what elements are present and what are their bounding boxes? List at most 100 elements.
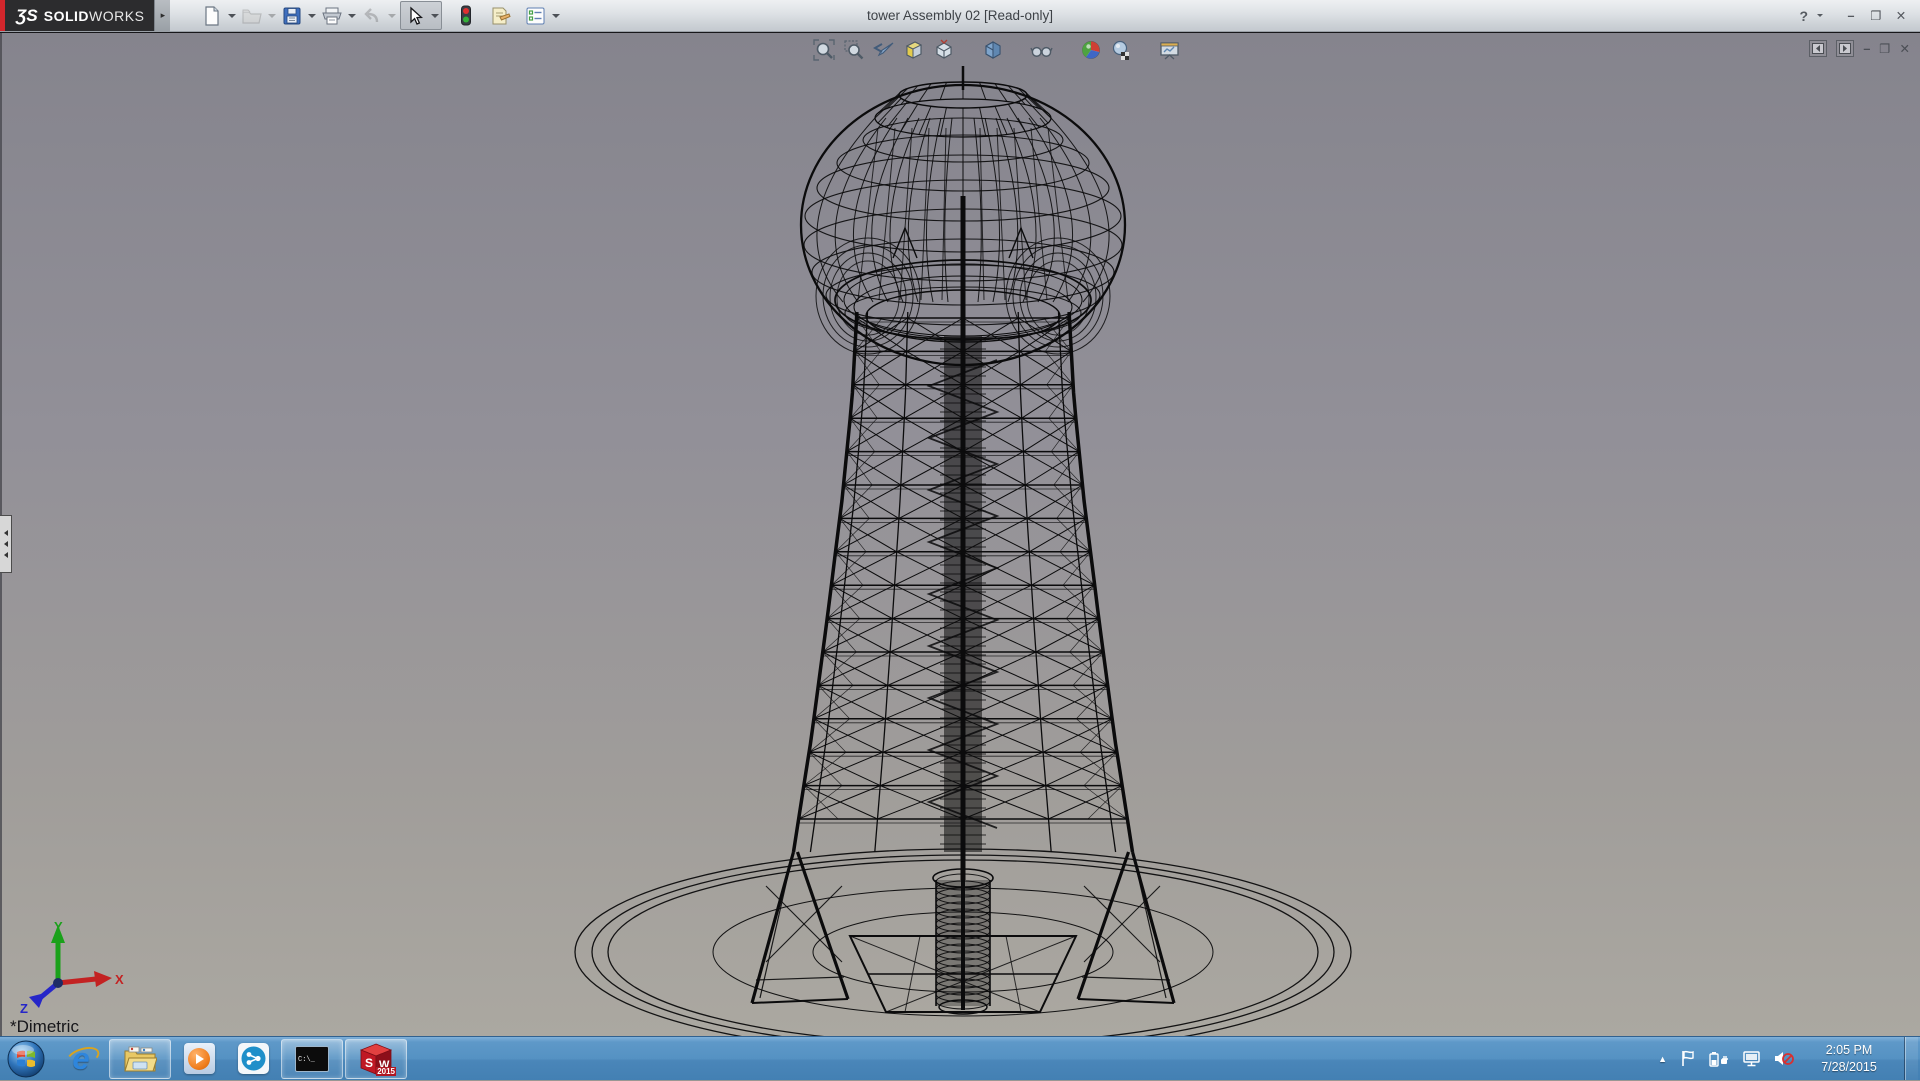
new-document-icon: [202, 6, 222, 26]
file-properties-button[interactable]: [487, 2, 514, 29]
pane-left-arrow-icon: [1812, 43, 1824, 54]
options-list-icon: [525, 6, 546, 26]
view-orientation-button[interactable]: [932, 38, 955, 61]
volume-muted-button[interactable]: [1774, 1050, 1794, 1067]
taskbar-sharing-app[interactable]: [227, 1039, 279, 1079]
document-restore-button[interactable]: ❐: [1879, 41, 1890, 56]
network-status-button[interactable]: [1742, 1051, 1761, 1067]
taskbar-windows-explorer[interactable]: [109, 1039, 171, 1079]
collapse-arrow-icon: [4, 552, 8, 558]
new-document-dropdown[interactable]: [225, 2, 238, 29]
power-status-button[interactable]: [1709, 1051, 1729, 1067]
print-button[interactable]: [318, 2, 345, 29]
collapse-arrow-icon: [4, 530, 8, 536]
document-close-button[interactable]: ✕: [1900, 41, 1910, 56]
triad-z-label: Z: [20, 1001, 28, 1015]
edit-appearance-button[interactable]: [1079, 38, 1102, 61]
windows-explorer-icon: [123, 1044, 157, 1074]
wireframe-tower-model[interactable]: [0, 33, 1920, 1037]
print-dropdown[interactable]: [345, 2, 358, 29]
volume-muted-icon: [1774, 1050, 1794, 1067]
desktop: { "titlebar": { "logo_glyph": "ƷS", "bra…: [0, 0, 1920, 1080]
headsup-view-toolbar: [812, 38, 1181, 61]
apply-scene-icon: [1110, 39, 1132, 61]
taskbar-solidworks[interactable]: S W 2015: [345, 1039, 407, 1079]
options-dropdown[interactable]: [549, 2, 562, 29]
media-player-icon: [184, 1043, 215, 1074]
traffic-light-icon: [460, 5, 472, 26]
apply-scene-button[interactable]: [1109, 38, 1132, 61]
open-document-button: [238, 2, 265, 29]
minimize-button[interactable]: –: [1840, 9, 1862, 23]
expand-arrow-icon: ▸: [161, 10, 166, 21]
show-hidden-icons-button[interactable]: ▲: [1658, 1054, 1667, 1064]
save-floppy-icon: [282, 6, 302, 26]
system-tray: ▲: [1658, 1037, 1920, 1080]
document-window-controls: – ❐ ✕: [1809, 40, 1910, 57]
sw-letter-s: S: [365, 1056, 373, 1070]
taskbar-internet-explorer[interactable]: e: [55, 1039, 107, 1079]
reference-triad: Y X Z: [12, 919, 128, 1015]
command-prompt-icon: C:\_: [295, 1046, 329, 1072]
zoom-to-area-icon: [843, 39, 865, 61]
window-title: tower Assembly 02 [Read-only]: [867, 0, 1053, 31]
cmd-prompt-text: C:\_: [298, 1056, 315, 1064]
sw-year-badge: 2015: [376, 1067, 396, 1076]
display-style-icon: [982, 39, 1004, 61]
feature-manager-collapsed-tab[interactable]: [0, 515, 12, 573]
network-monitor-icon: [1742, 1051, 1761, 1067]
ds-logo-icon: ƷS: [16, 6, 38, 26]
section-view-icon: [903, 39, 925, 61]
save-button[interactable]: [278, 2, 305, 29]
menu-expand-button[interactable]: ▸: [154, 0, 170, 31]
traffic-light-tool-button[interactable]: [452, 2, 479, 29]
undo-arrow-icon: [362, 6, 382, 26]
left-pane-toggle[interactable]: [1809, 40, 1827, 57]
brand-name-light: WORKS: [89, 8, 144, 24]
view-settings-icon: [1158, 39, 1181, 61]
document-minimize-button[interactable]: –: [1863, 42, 1870, 56]
zoom-to-area-button[interactable]: [842, 38, 865, 61]
file-properties-icon: [490, 6, 511, 26]
glasses-icon: [1030, 39, 1053, 61]
windows-start-orb-icon: [7, 1040, 45, 1078]
select-tool-button[interactable]: [401, 2, 428, 29]
sharing-app-icon: [238, 1043, 269, 1074]
standard-toolbar: [198, 1, 562, 30]
start-button[interactable]: [5, 1038, 47, 1080]
solidworks-menu-logo[interactable]: ƷS SOLIDWORKS: [0, 0, 154, 31]
close-button[interactable]: ✕: [1890, 8, 1912, 23]
pane-right-arrow-icon: [1839, 43, 1851, 54]
tray-date: 7/28/2015: [1807, 1059, 1891, 1076]
brand-name-bold: SOLID: [44, 8, 89, 24]
display-style-button[interactable]: [981, 38, 1004, 61]
help-button[interactable]: ?: [1797, 8, 1810, 24]
action-center-flag-button[interactable]: [1680, 1050, 1696, 1067]
restore-button[interactable]: ❐: [1865, 8, 1887, 23]
options-button[interactable]: [522, 2, 549, 29]
view-orientation-icon: [933, 39, 955, 61]
taskbar-command-prompt[interactable]: C:\_: [281, 1039, 343, 1079]
open-folder-icon: [241, 6, 263, 26]
appearance-sphere-icon: [1080, 39, 1102, 61]
solidworks-cube-icon: S W 2015: [358, 1042, 394, 1076]
right-pane-toggle[interactable]: [1836, 40, 1854, 57]
previous-view-button[interactable]: [872, 38, 895, 61]
show-desktop-button[interactable]: [1904, 1037, 1918, 1080]
previous-view-icon: [873, 39, 895, 61]
section-view-button[interactable]: [902, 38, 925, 61]
hide-show-items-button[interactable]: [1030, 38, 1053, 61]
zoom-to-fit-icon: [813, 39, 835, 61]
printer-icon: [321, 6, 343, 26]
new-document-button[interactable]: [198, 2, 225, 29]
graphics-viewport: – ❐ ✕ Y X Z *Dimetric: [0, 31, 1920, 1037]
taskbar-media-player[interactable]: [173, 1039, 225, 1079]
help-dropdown[interactable]: [1813, 2, 1826, 29]
view-settings-button[interactable]: [1158, 38, 1181, 61]
zoom-to-fit-button[interactable]: [812, 38, 835, 61]
undo-dropdown: [385, 2, 398, 29]
save-dropdown[interactable]: [305, 2, 318, 29]
select-tool-dropdown[interactable]: [428, 2, 441, 29]
brand-accent-stripe: [0, 0, 5, 31]
tray-clock[interactable]: 2:05 PM 7/28/2015: [1807, 1042, 1891, 1076]
